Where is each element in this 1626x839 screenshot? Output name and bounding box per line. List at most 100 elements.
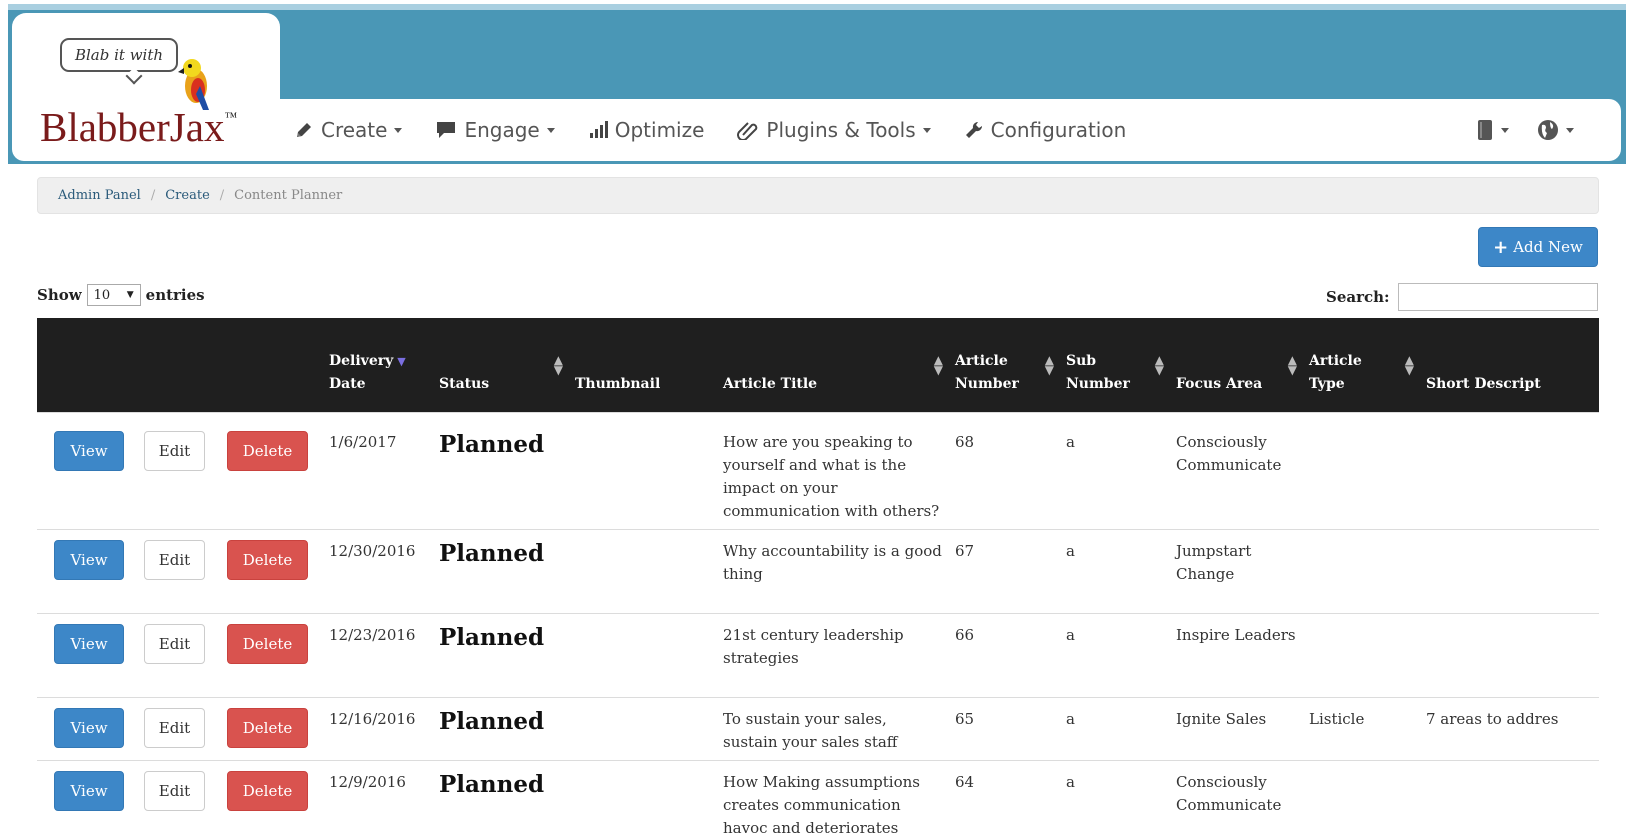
cell-status: Planned: [433, 421, 569, 530]
delete-button[interactable]: Delete: [227, 771, 308, 811]
show-label: Show: [37, 286, 82, 304]
sort-icon: ▲ ▼: [1154, 353, 1164, 377]
edit-button[interactable]: Edit: [144, 431, 205, 471]
brand-trademark: ™: [224, 109, 238, 124]
cell-article-type: [1303, 613, 1420, 698]
column-header-text: Article: [955, 352, 1008, 369]
cell-article-title: 21st century leadership strategies: [717, 613, 949, 698]
column-header-text: Type: [1309, 375, 1345, 392]
edit-button[interactable]: Edit: [144, 624, 205, 664]
table-row: View Edit Delete 12/30/2016 Planned Why accou…: [37, 529, 1599, 614]
cell-focus-area: Ignite Sales: [1170, 697, 1303, 761]
cell-delivery-date: 12/16/2016: [323, 697, 433, 761]
column-header-sub-number[interactable]: Sub Number ▲ ▼: [1060, 318, 1170, 412]
column-header-focus-area[interactable]: Focus Area ▲ ▼: [1170, 318, 1303, 412]
column-header-status[interactable]: Status ▲ ▼: [433, 318, 569, 412]
cell-focus-area: Inspire Leaders: [1170, 613, 1303, 698]
docs-dropdown[interactable]: [1476, 119, 1509, 141]
column-header-text: Status: [439, 375, 490, 392]
table-row: View Edit Delete 12/16/2016 Planned To sustai…: [37, 697, 1599, 761]
menu-create[interactable]: Create: [294, 118, 403, 142]
column-header-thumbnail: Thumbnail: [569, 318, 717, 412]
cell-short-description: 7 areas to addres: [1420, 697, 1599, 761]
breadcrumb-create[interactable]: Create: [165, 188, 210, 203]
pencil-icon: [297, 123, 311, 137]
cell-article-type: [1303, 529, 1420, 614]
column-header-actions: [37, 318, 323, 412]
logo-tagline: Blab it with: [74, 46, 164, 64]
delete-button[interactable]: Delete: [227, 431, 308, 471]
globe-icon: [1538, 120, 1558, 140]
column-header-text: Short Descript: [1426, 375, 1541, 392]
cell-thumbnail: [569, 613, 717, 698]
view-button[interactable]: View: [54, 708, 124, 748]
cell-article-title: How are you speaking to yourself and wha…: [723, 433, 940, 520]
cell-delivery-date: 12/23/2016: [323, 613, 433, 698]
cell-status: Planned: [433, 529, 569, 614]
breadcrumb-current-page: Content Planner: [234, 188, 343, 203]
column-header-text: Thumbnail: [575, 375, 661, 392]
column-header-text: Delivery: [329, 352, 394, 369]
menu-optimize[interactable]: Optimize: [588, 118, 704, 142]
brand-logo[interactable]: BlabberJax™: [40, 103, 237, 151]
add-new-button[interactable]: + Add New: [1478, 227, 1598, 267]
entries-select[interactable]: 10 ▼: [86, 284, 141, 306]
search-input[interactable]: [1397, 283, 1598, 311]
sort-icon: ▲ ▼: [553, 353, 563, 377]
breadcrumb-admin-panel[interactable]: Admin Panel: [58, 188, 141, 203]
header-tools: [1476, 112, 1602, 148]
menu-create-label: Create: [321, 118, 388, 142]
delete-button[interactable]: Delete: [227, 540, 308, 580]
cell-article-type: [1303, 421, 1420, 530]
entries-label: entries: [145, 286, 205, 304]
menu-engage-label: Engage: [464, 118, 540, 142]
cell-focus-area: Consciously Communicate: [1170, 760, 1303, 839]
view-button[interactable]: View: [54, 431, 124, 471]
view-button[interactable]: View: [54, 540, 124, 580]
sort-icon: ▲ ▼: [1044, 353, 1054, 377]
cell-article-title: To sustain your sales, sustain your sale…: [717, 697, 949, 761]
cell-delivery-date: 12/30/2016: [323, 529, 433, 614]
edit-button[interactable]: Edit: [144, 708, 205, 748]
cell-delivery-date: 1/6/2017: [329, 433, 397, 451]
search-label: Search:: [1326, 288, 1390, 306]
column-header-article-title[interactable]: Article Title ▲ ▼: [717, 318, 949, 412]
column-header-text: Date: [329, 375, 366, 392]
column-header-delivery-date[interactable]: Delivery ▼ Date: [323, 318, 433, 412]
edit-button[interactable]: Edit: [144, 540, 205, 580]
column-header-text: Number: [955, 375, 1019, 392]
view-button[interactable]: View: [54, 771, 124, 811]
cell-article-number: 67: [949, 529, 1060, 614]
status-badge: Planned: [439, 431, 545, 458]
table-row: View Edit Delete 12/23/2016 Planned 21st cent…: [37, 613, 1599, 698]
cell-status: Planned: [433, 697, 569, 761]
cell-sub-number: a: [1060, 613, 1170, 698]
cell-status: Planned: [433, 760, 569, 839]
view-button[interactable]: View: [54, 624, 124, 664]
cell-status: Planned: [433, 613, 569, 698]
header-spacer: [37, 411, 1599, 421]
column-header-article-number[interactable]: Article Number ▲ ▼: [949, 318, 1060, 412]
column-header-article-type[interactable]: Article Type ▲ ▼: [1303, 318, 1420, 412]
status-badge: Planned: [439, 771, 545, 798]
sort-icon: ▲ ▼: [933, 353, 943, 377]
delete-button[interactable]: Delete: [227, 624, 308, 664]
table-row: View Edit Delete 12/9/2016 Planned How Making…: [37, 760, 1599, 839]
cell-short-description: [1420, 529, 1599, 614]
edit-button[interactable]: Edit: [144, 771, 205, 811]
cell-thumbnail: [569, 421, 717, 530]
entries-select-value: 10: [93, 287, 111, 303]
cell-article-number: 65: [949, 697, 1060, 761]
delete-button[interactable]: Delete: [227, 708, 308, 748]
column-header-short-description[interactable]: Short Descript: [1420, 318, 1599, 412]
select-arrow-icon: ▼: [126, 290, 134, 300]
menu-plugins-tools[interactable]: Plugins & Tools: [737, 118, 931, 142]
menu-configuration[interactable]: Configuration: [964, 118, 1126, 142]
column-header-text: Article Title: [723, 375, 818, 392]
menu-engage[interactable]: Engage: [435, 118, 555, 142]
language-dropdown[interactable]: [1537, 119, 1574, 141]
cell-sub-number: a: [1060, 697, 1170, 761]
plus-icon: +: [1493, 236, 1509, 258]
chevron-down-icon: [394, 127, 403, 133]
status-badge: Planned: [439, 708, 545, 735]
